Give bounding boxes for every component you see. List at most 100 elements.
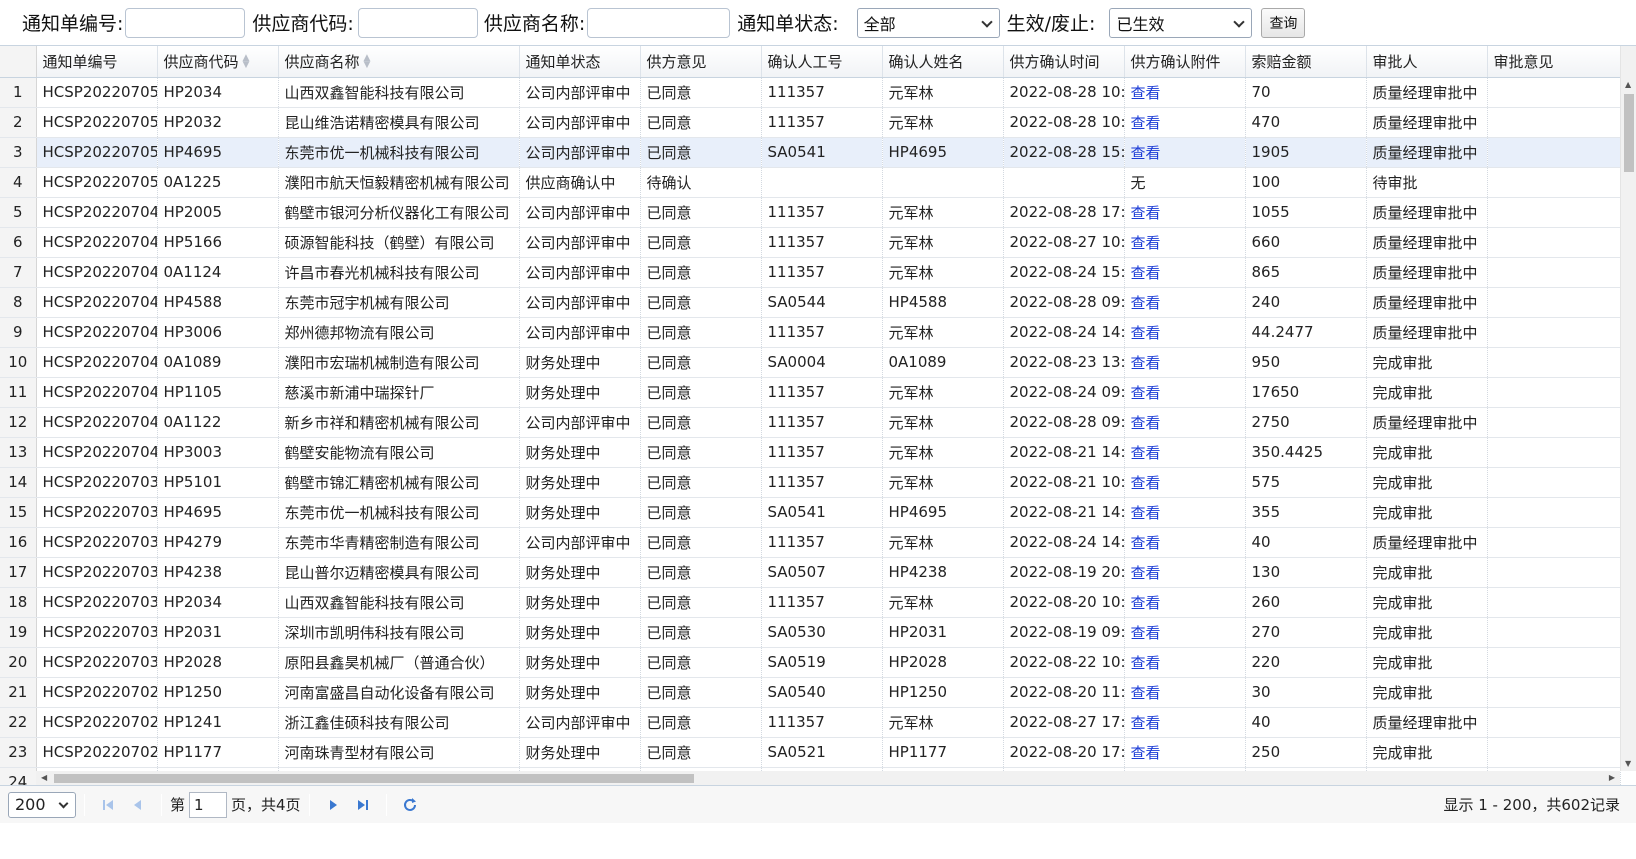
prev-page-button[interactable]	[126, 793, 150, 817]
view-attachment-link[interactable]: 查看	[1131, 594, 1161, 612]
col-header-supplier-code[interactable]: 供应商代码 ▲ ▼	[157, 46, 279, 78]
col-header-confirm-time[interactable]: 供方确认时间	[1003, 46, 1125, 78]
view-attachment-link[interactable]: 查看	[1131, 294, 1161, 312]
supplier-name-input[interactable]	[587, 7, 731, 38]
table-row[interactable]: 14 HCSP202207037 HP5101 鹤壁市锦汇精密机械有限公司 财务处理中已…	[0, 467, 1621, 498]
horizontal-scrollbar[interactable]: ◀ ▶	[36, 771, 1620, 785]
cell-supplier-code: HP2034	[157, 77, 279, 108]
view-attachment-link[interactable]: 查看	[1131, 684, 1161, 702]
col-header-supplier-name[interactable]: 供应商名称 ▲ ▼	[278, 46, 520, 78]
table-row[interactable]: 20 HCSP202207030 HP2028 原阳县鑫昊机械厂（普通合伙） 财务处理中…	[0, 647, 1621, 678]
table-row[interactable]: 16 HCSP202207035 HP4279 东莞市华青精密制造有限公司 公司内部评审…	[0, 527, 1621, 558]
vertical-scroll-thumb[interactable]	[1624, 94, 1634, 172]
status-select[interactable]: 全部	[856, 7, 1000, 38]
cell-supplier-name: 山西双鑫智能科技有限公司	[278, 587, 520, 618]
cell-approval-comment	[1487, 467, 1621, 498]
view-attachment-link[interactable]: 查看	[1131, 324, 1161, 342]
table-row[interactable]: 5 HCSP202207049 HP2005 鹤壁市银河分析仪器化工有限公司 公司内部评…	[0, 197, 1621, 228]
table-row[interactable]: 21 HCSP202207029 HP1250 河南富盛昌自动化设备有限公司 财务处理中…	[0, 677, 1621, 708]
view-attachment-link[interactable]: 查看	[1131, 354, 1161, 372]
cell-confirm-time	[1003, 167, 1125, 198]
refresh-button[interactable]	[398, 793, 422, 817]
table-row[interactable]: 23 HCSP202207026 HP1177 河南珠青型材有限公司 财务处理中 已同意 S…	[0, 737, 1621, 768]
page-size-select[interactable]: 200	[8, 791, 76, 818]
view-attachment-link[interactable]: 查看	[1131, 474, 1161, 492]
view-attachment-link[interactable]: 查看	[1131, 234, 1161, 252]
cell-confirmer-name: 元军林	[882, 107, 1004, 138]
view-attachment-link[interactable]: 查看	[1131, 564, 1161, 582]
col-header-confirmer-id[interactable]: 确认人工号	[761, 46, 883, 78]
cell-confirmer-id: SA0507	[761, 557, 883, 588]
view-attachment-link[interactable]: 查看	[1131, 264, 1161, 282]
table-row[interactable]: 12 HCSP202207041 0A1122 新乡市祥和精密机械有限公司 公司内部评审…	[0, 407, 1621, 438]
table-row[interactable]: 15 HCSP202207036 HP4695 东莞市优一机械科技有限公司 财务处理中已…	[0, 497, 1621, 528]
cell-notice-no: HCSP202207036	[36, 497, 158, 528]
bottom-blank-area	[0, 823, 1636, 859]
cell-status: 财务处理中	[519, 497, 641, 528]
table-row[interactable]: 13 HCSP202207040 HP3003 鹤壁安能物流有限公司 财务处理中 已同意 1…	[0, 437, 1621, 468]
view-attachment-link[interactable]: 查看	[1131, 414, 1161, 432]
table-row[interactable]: 18 HCSP202207033 HP2034 山西双鑫智能科技有限公司 财务处理中 已同…	[0, 587, 1621, 618]
scroll-up-icon[interactable]: ▲	[1625, 80, 1631, 89]
col-header-attachment[interactable]: 供方确认附件	[1124, 46, 1246, 78]
cell-notice-no: HCSP202207027	[36, 707, 158, 738]
cell-attachment: 查看	[1124, 347, 1246, 378]
col-header-confirmer-name[interactable]: 确认人姓名	[882, 46, 1004, 78]
view-attachment-link[interactable]: 查看	[1131, 114, 1161, 132]
notice-no-input[interactable]	[125, 7, 246, 38]
cell-supplier-name: 濮阳市航天恒毅精密机械有限公司	[278, 167, 520, 198]
horizontal-scroll-thumb[interactable]	[54, 774, 694, 783]
cell-notice-no: HCSP202207035	[36, 527, 158, 558]
cell-status: 财务处理中	[519, 557, 641, 588]
cell-confirmer-name: HP1177	[882, 737, 1004, 768]
view-attachment-link[interactable]: 查看	[1131, 144, 1161, 162]
view-attachment-link[interactable]: 查看	[1131, 204, 1161, 222]
table-row[interactable]: 4 HCSP202207050 0A1225 濮阳市航天恒毅精密机械有限公司 供应商确认…	[0, 167, 1621, 198]
view-attachment-link[interactable]: 查看	[1131, 534, 1161, 552]
cell-claim-amount: 270	[1245, 617, 1367, 648]
table-row[interactable]: 22 HCSP202207027 HP1241 浙江鑫佳硕科技有限公司 公司内部评审中已…	[0, 707, 1621, 738]
cell-confirmer-name: 元军林	[882, 587, 1004, 618]
cell-confirmer-id: 111357	[761, 107, 883, 138]
scroll-down-icon[interactable]: ▼	[1625, 759, 1631, 768]
vertical-scrollbar[interactable]: ▲ ▼	[1620, 46, 1636, 771]
col-header-approver[interactable]: 审批人	[1366, 46, 1488, 78]
view-attachment-link[interactable]: 查看	[1131, 744, 1161, 762]
view-attachment-link[interactable]: 查看	[1131, 444, 1161, 462]
supplier-code-input[interactable]	[357, 7, 478, 38]
page-number-input[interactable]: 1	[189, 791, 228, 818]
row-number: 10	[0, 347, 37, 378]
col-header-approval-comment[interactable]: 审批意见	[1487, 46, 1621, 78]
cell-confirmer-name: 元军林	[882, 227, 1004, 258]
view-attachment-link[interactable]: 查看	[1131, 504, 1161, 522]
table-row[interactable]: 3 HCSP202207053 HP4695 东莞市优一机械科技有限公司 公司内部评审中…	[0, 137, 1621, 168]
view-attachment-link[interactable]: 查看	[1131, 384, 1161, 402]
view-attachment-link[interactable]: 查看	[1131, 84, 1161, 102]
table-row[interactable]: 11 HCSP202207043 HP1105 慈溪市新浦中瑞探针厂 财务处理中 已同意 1…	[0, 377, 1621, 408]
table-row[interactable]: 1 HCSP202207055 HP2034 山西双鑫智能科技有限公司 公司内部评审中已…	[0, 77, 1621, 108]
scroll-right-icon[interactable]: ▶	[1609, 773, 1615, 782]
last-page-button[interactable]	[351, 793, 375, 817]
table-row[interactable]: 8 HCSP202207046 HP4588 东莞市冠宇机械有限公司 公司内部评审中 已同…	[0, 287, 1621, 318]
table-row[interactable]: 2 HCSP202207054 HP2032 昆山维浩诺精密模具有限公司 公司内部评审中…	[0, 107, 1621, 138]
view-attachment-link[interactable]: 查看	[1131, 654, 1161, 672]
query-button[interactable]: 查询	[1261, 7, 1306, 38]
scroll-left-icon[interactable]: ◀	[41, 773, 47, 782]
cell-supplier-code: HP4695	[157, 497, 279, 528]
table-row[interactable]: 10 HCSP202207044 0A1089 濮阳市宏瑞机械制造有限公司 财务处理中已…	[0, 347, 1621, 378]
first-page-button[interactable]	[96, 793, 120, 817]
next-page-button[interactable]	[321, 793, 345, 817]
col-header-opinion[interactable]: 供方意见	[640, 46, 762, 78]
table-row[interactable]: 9 HCSP202207045 HP3006 郑州德邦物流有限公司 公司内部评审中 已同意…	[0, 317, 1621, 348]
grid-table: 通知单编号 供应商代码 ▲ ▼ 供应商名称 ▲ ▼ 通知单状态 供方意见 确认人工号 确…	[0, 46, 1621, 785]
table-row[interactable]: 17 HCSP202207034 HP4238 昆山普尔迈精密模具有限公司 财务处理中已…	[0, 557, 1621, 588]
table-row[interactable]: 19 HCSP202207032 HP2031 深圳市凯明伟科技有限公司 财务处理中 已同…	[0, 617, 1621, 648]
col-header-claim-amount[interactable]: 索赔金额	[1245, 46, 1367, 78]
table-row[interactable]: 7 HCSP202207047 0A1124 许昌市春光机械科技有限公司 公司内部评审中…	[0, 257, 1621, 288]
view-attachment-link[interactable]: 查看	[1131, 624, 1161, 642]
table-row[interactable]: 6 HCSP202207048 HP5166 硕源智能科技（鹤壁）有限公司 公司内部评审…	[0, 227, 1621, 258]
col-header-status[interactable]: 通知单状态	[519, 46, 641, 78]
col-header-notice-no[interactable]: 通知单编号	[36, 46, 158, 78]
effective-select[interactable]: 已生效	[1109, 7, 1253, 38]
view-attachment-link[interactable]: 查看	[1131, 714, 1161, 732]
